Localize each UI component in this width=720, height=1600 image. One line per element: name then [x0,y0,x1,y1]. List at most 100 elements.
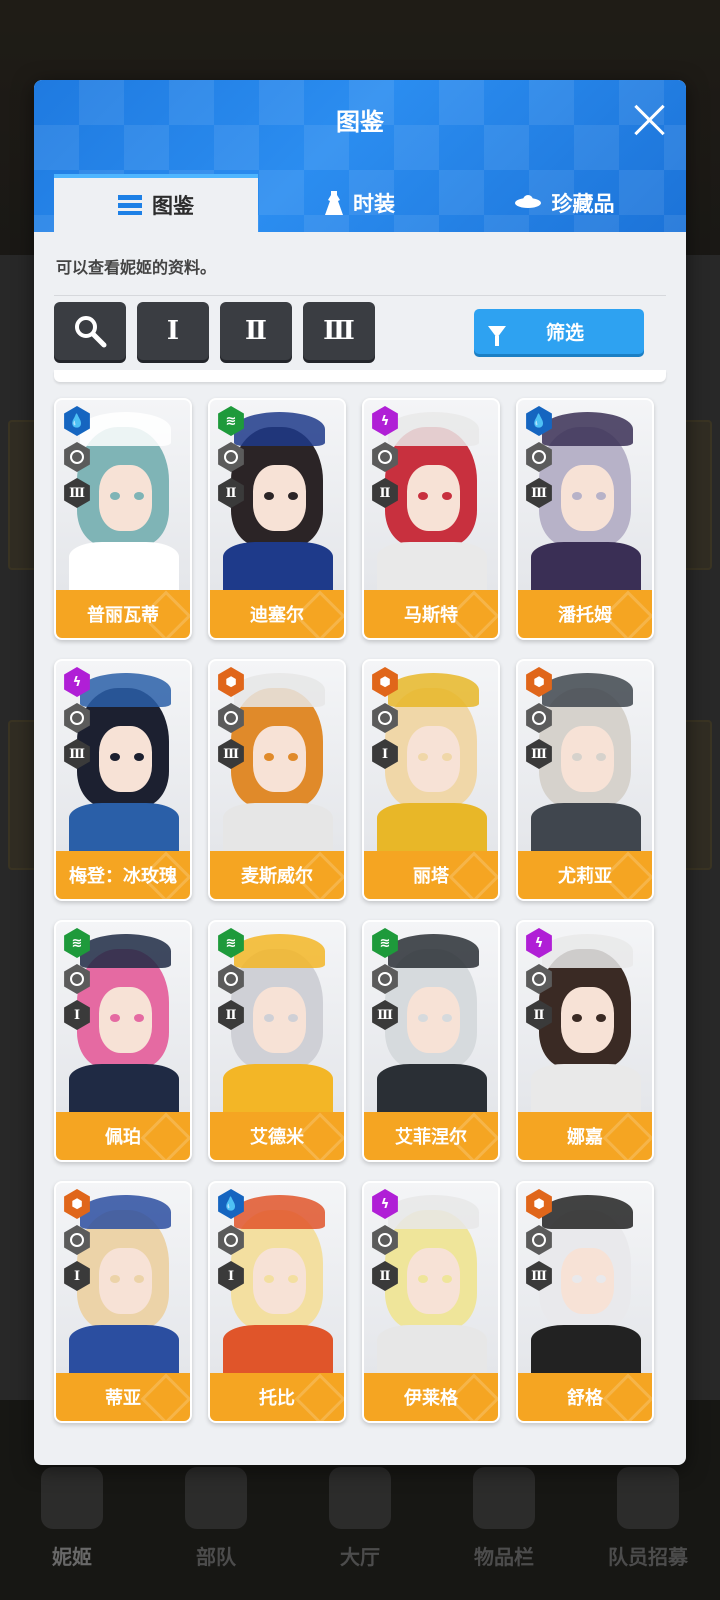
burst-level-badge: Ⅲ [526,739,552,769]
codex-modal: 图鉴 图鉴 时装 珍藏品 可以查看妮姬的资料。 Ⅰ Ⅱ Ⅲ 筛选 💧 Ⅲ 普丽瓦蒂 ≋… [34,80,686,1465]
character-card[interactable]: 💧 Ⅰ 托比 [208,1181,346,1423]
character-card[interactable]: 💧 Ⅲ 潘托姆 [516,398,654,640]
burst-level-badge: Ⅲ [372,1000,398,1030]
weapon-type-icon [64,703,90,733]
filter-label: 筛选 [545,322,584,344]
tab-costume[interactable]: 时装 [258,174,462,232]
weapon-type-icon [64,442,90,472]
character-card[interactable]: 💧 Ⅲ 普丽瓦蒂 [54,398,192,640]
weapon-type-icon [372,964,398,994]
character-name: 舒格 [518,1373,652,1421]
burst-level-badge: Ⅰ [372,739,398,769]
modal-title: 图鉴 [336,108,384,136]
character-card[interactable]: ϟ Ⅱ 马斯特 [362,398,500,640]
character-name: 麦斯威尔 [210,851,344,899]
character-name: 迪塞尔 [210,590,344,638]
funnel-icon [488,325,506,346]
wind-element-icon: ≋ [64,928,90,958]
character-card[interactable]: ⬢ Ⅲ 麦斯威尔 [208,659,346,901]
burst-filter-1-button[interactable]: Ⅰ [137,302,209,360]
burst-level-badge: Ⅲ [526,478,552,508]
burst-level-badge: Ⅱ [372,478,398,508]
weapon-type-icon [372,703,398,733]
weapon-type-icon [526,442,552,472]
filter-button[interactable]: 筛选 [474,309,644,354]
character-name: 伊莱格 [364,1373,498,1421]
character-name: 蒂亚 [56,1373,190,1421]
character-card[interactable]: ⬢ Ⅰ 蒂亚 [54,1181,192,1423]
burst-level-badge: Ⅱ [526,1000,552,1030]
tab-label: 图鉴 [152,194,194,218]
burst-filter-2-button[interactable]: Ⅱ [220,302,292,360]
description-text: 可以查看妮姬的资料。 [56,258,217,277]
character-attributes: ϟⅡ [524,928,554,1030]
character-card[interactable]: ≋ Ⅰ 佩珀 [54,920,192,1162]
character-card[interactable]: ⬢ Ⅲ 舒格 [516,1181,654,1423]
character-name: 潘托姆 [518,590,652,638]
character-attributes: ⬢ Ⅲ [524,1189,554,1291]
tab-label: 珍藏品 [551,192,615,216]
character-name: 托比 [210,1373,344,1421]
character-card[interactable]: ⬢ Ⅲ 尤莉亚 [516,659,654,901]
burst-filter-3-button[interactable]: Ⅲ [303,302,375,360]
weapon-type-icon [372,1225,398,1255]
character-card[interactable]: ≋ Ⅱ 迪塞尔 [208,398,346,640]
weapon-type-icon [526,703,552,733]
search-button[interactable] [54,302,126,360]
character-name: 尤莉亚 [518,851,652,899]
character-card[interactable]: ϟ Ⅲ 梅登：冰玫瑰 [54,659,192,901]
weapon-type-icon [218,442,244,472]
fire-element-icon: ⬢ [372,667,398,697]
character-attributes: ⬢ Ⅰ [370,667,400,769]
burst-level-badge: Ⅲ [526,1261,552,1291]
list-icon [118,195,142,215]
burst-level-badge: Ⅰ [64,1261,90,1291]
tab-label: 时装 [353,192,395,216]
character-attributes: ≋ Ⅱ [216,406,246,508]
dress-icon [325,191,343,215]
tab-codex[interactable]: 图鉴 [54,174,258,232]
character-name: 梅登：冰玫瑰 [56,851,190,899]
electric-element-icon: ϟ [526,928,552,958]
scroll-shadow [54,370,666,382]
character-attributes: ≋ Ⅲ [370,928,400,1030]
weapon-type-icon [218,703,244,733]
burst-level-badge: Ⅲ [64,739,90,769]
wind-element-icon: ≋ [372,928,398,958]
character-card[interactable]: ϟ Ⅱ 娜嘉 [516,920,654,1162]
character-attributes: ⬢ Ⅰ [62,1189,92,1291]
character-grid: 💧 Ⅲ 普丽瓦蒂 ≋ Ⅱ 迪塞尔 ϟ Ⅱ 马斯特 💧 Ⅲ 潘托姆 ϟ Ⅲ 梅登：冰玫瑰 ⬢ Ⅲ 麦斯威尔 ⬢ Ⅰ 丽塔 ⬢… [54,398,654,1423]
electric-element-icon: ϟ [64,667,90,697]
wind-element-icon: ≋ [218,928,244,958]
close-button[interactable] [632,102,668,138]
treasure-icon [514,195,541,208]
search-icon [75,316,107,348]
character-card[interactable]: ≋ Ⅲ 艾菲涅尔 [362,920,500,1162]
wind-element-icon: ≋ [218,406,244,436]
tab-collection[interactable]: 珍藏品 [462,174,666,232]
burst-level-badge: Ⅰ [64,1000,90,1030]
character-attributes: ⬢ Ⅲ [524,667,554,769]
character-card[interactable]: ⬢ Ⅰ 丽塔 [362,659,500,901]
modal-header: 图鉴 图鉴 时装 珍藏品 [34,80,686,232]
character-name: 佩珀 [56,1112,190,1160]
character-attributes: ϟⅢ [62,667,92,769]
character-attributes: ϟⅡ [370,1189,400,1291]
fire-element-icon: ⬢ [218,667,244,697]
character-attributes: ≋ Ⅱ [216,928,246,1030]
character-name: 艾菲涅尔 [364,1112,498,1160]
tab-bar: 图鉴 时装 珍藏品 [54,174,666,232]
electric-element-icon: ϟ [372,406,398,436]
character-name: 艾德米 [210,1112,344,1160]
fire-element-icon: ⬢ [526,1189,552,1219]
character-attributes: ϟⅡ [370,406,400,508]
burst-level-badge: Ⅱ [218,478,244,508]
character-attributes: ⬢ Ⅲ [216,667,246,769]
character-card[interactable]: ϟ Ⅱ 伊莱格 [362,1181,500,1423]
fire-element-icon: ⬢ [526,667,552,697]
character-card[interactable]: ≋ Ⅱ 艾德米 [208,920,346,1162]
character-attributes: 💧 Ⅰ [216,1189,246,1291]
divider [54,295,666,296]
weapon-type-icon [526,964,552,994]
character-name: 娜嘉 [518,1112,652,1160]
